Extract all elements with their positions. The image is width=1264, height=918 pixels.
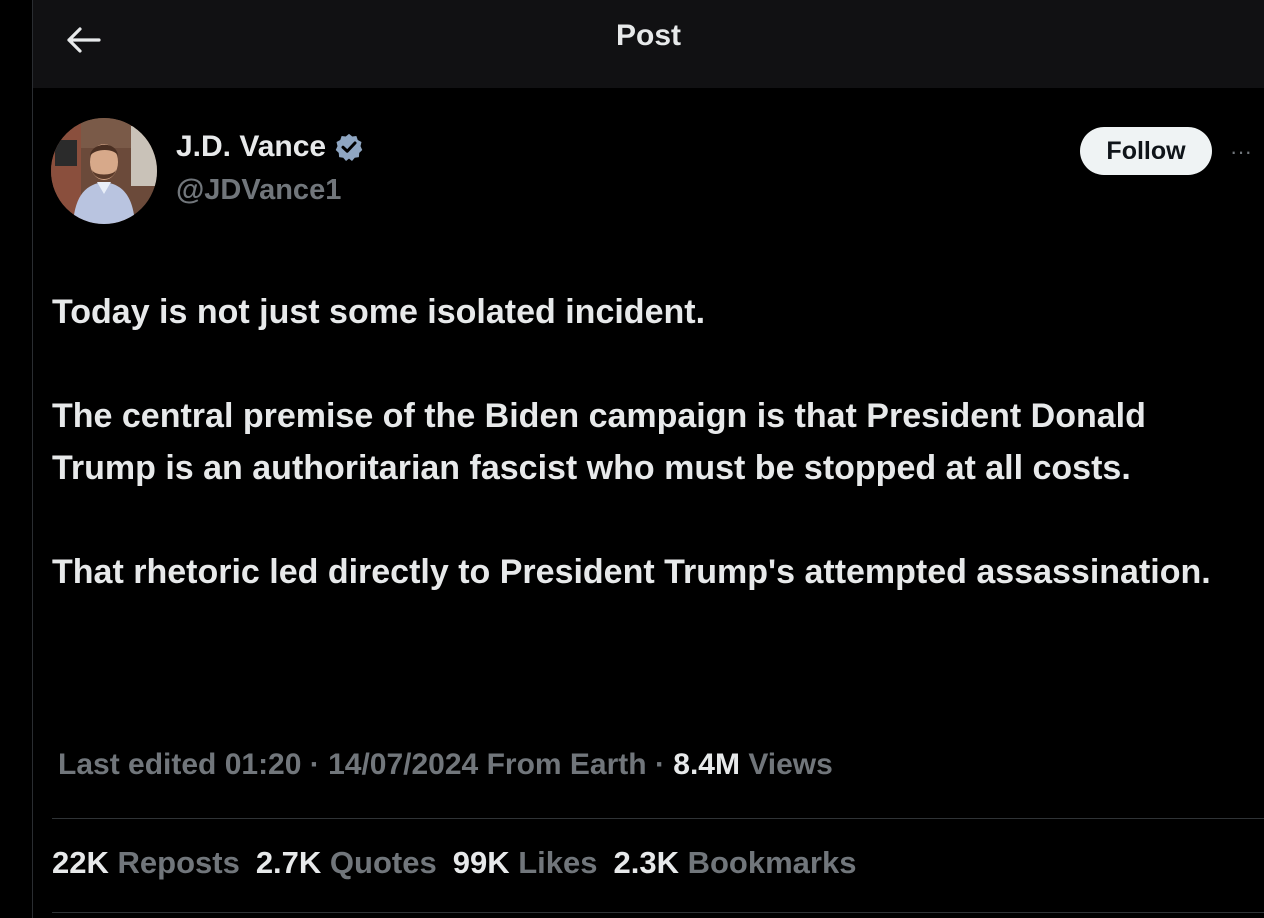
post-paragraph: The central premise of the Biden campaig… <box>52 397 1146 487</box>
bookmarks-count: 2.3K <box>613 845 679 880</box>
post-location: From Earth <box>486 748 647 781</box>
divider <box>52 818 1264 819</box>
avatar[interactable] <box>51 118 157 224</box>
quotes-label: Quotes <box>329 845 437 880</box>
author-name-row[interactable]: J.D. Vance <box>176 130 364 164</box>
post-paragraph: That rhetoric led directly to President … <box>52 553 1211 591</box>
bookmarks-stat[interactable]: 2.3K Bookmarks <box>614 845 857 881</box>
views-count[interactable]: 8.4M <box>673 748 740 781</box>
engagement-stats: 22K Reposts 2.7K Quotes 99K Likes 2.3K B… <box>52 845 872 881</box>
meta-separator: · <box>646 748 674 781</box>
post-text: Today is not just some isolated incident… <box>52 286 1252 598</box>
follow-button[interactable]: Follow <box>1080 127 1212 175</box>
quotes-count: 2.7K <box>255 845 322 880</box>
edited-timestamp[interactable]: Last edited 01:20 · 14/07/2024 <box>58 748 478 781</box>
views-label[interactable]: Views <box>740 748 833 781</box>
reposts-label: Reposts <box>117 845 240 880</box>
left-rail <box>0 0 33 918</box>
quotes-stat[interactable]: 2.7K Quotes <box>256 845 437 881</box>
post-paragraph: Today is not just some isolated incident… <box>52 293 706 331</box>
bookmarks-label: Bookmarks <box>687 845 857 880</box>
top-bar: Post <box>33 0 1264 88</box>
likes-label: Likes <box>518 845 598 880</box>
page-title: Post <box>615 19 681 52</box>
author-handle[interactable]: @JDVance1 <box>176 174 341 207</box>
more-options-icon[interactable]: ··· <box>1230 139 1264 164</box>
reposts-stat[interactable]: 22K Reposts <box>52 845 240 881</box>
divider <box>52 912 1264 913</box>
verified-badge-icon <box>335 133 363 161</box>
likes-count: 99K <box>452 845 510 880</box>
post-meta: Last edited 01:20 · 14/07/2024 From Eart… <box>58 748 833 782</box>
reposts-count: 22K <box>52 845 109 880</box>
likes-stat[interactable]: 99K Likes <box>453 845 598 881</box>
author-name[interactable]: J.D. Vance <box>176 130 326 164</box>
